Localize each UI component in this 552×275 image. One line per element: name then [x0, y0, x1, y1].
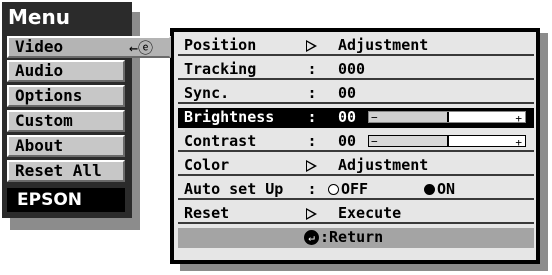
submenu-row-position[interactable]: Position Adjustment [178, 36, 534, 56]
submenu-row-reset[interactable]: Reset Execute [178, 204, 534, 224]
submenu-row-sync[interactable]: Sync. : 00 [178, 84, 534, 104]
menu-item-label: Custom [15, 111, 73, 130]
slider-fill [449, 136, 525, 146]
menu-item-label: About [15, 136, 64, 155]
row-value: Adjustment [338, 156, 429, 174]
menu-item-label: Options [15, 86, 83, 105]
menu-item-reset-all[interactable]: Reset All [7, 160, 125, 182]
minus-icon: − [371, 135, 378, 147]
submenu-row-tracking[interactable]: Tracking : 000 [178, 60, 534, 80]
row-separator: : [307, 84, 317, 102]
submenu-row-brightness[interactable]: Brightness : 00 − + [178, 108, 534, 128]
row-label: Auto set Up [184, 180, 284, 198]
triangle-right-icon [306, 160, 317, 172]
plus-icon: + [515, 112, 522, 123]
row-separator: : [307, 180, 317, 198]
slider-fill [449, 112, 525, 122]
row-label: Position [184, 36, 257, 54]
main-menu-panel: Menu Video ←ⓔ Audio Options Custom About… [2, 2, 171, 218]
menu-item-options[interactable]: Options [7, 85, 125, 107]
row-separator: : [307, 60, 317, 78]
enter-icon: ↵ [304, 230, 319, 245]
row-value: Execute [338, 204, 402, 222]
submenu-row-color[interactable]: Color Adjustment [178, 156, 534, 176]
row-value: 000 [338, 60, 366, 78]
enter-return-icon: ←ⓔ [129, 39, 154, 57]
submenu-footer-return[interactable]: ↵ :Return [178, 228, 534, 248]
row-value: Adjustment [338, 36, 429, 54]
triangle-right-icon [306, 208, 317, 220]
epson-logo: EPSON [7, 188, 125, 212]
submenu-row-contrast[interactable]: Contrast : 00 − + [178, 132, 534, 152]
row-label: Color [184, 156, 230, 174]
contrast-slider[interactable]: − + [368, 135, 526, 147]
minus-icon: − [371, 111, 378, 123]
menu-item-label: Audio [15, 61, 64, 80]
return-label: :Return [320, 228, 384, 246]
radio-on-icon[interactable] [424, 184, 435, 195]
menu-item-custom[interactable]: Custom [7, 110, 125, 132]
submenu-panel: Position Adjustment Tracking : 000 Sync.… [170, 28, 540, 264]
plus-icon: + [515, 136, 522, 147]
row-value: 00 [338, 108, 357, 126]
triangle-right-icon [306, 40, 317, 52]
slider-marker [447, 112, 449, 122]
row-separator: : [307, 132, 317, 150]
row-value: 00 [338, 132, 357, 150]
menu-item-label: Reset All [15, 161, 102, 180]
row-label: Sync. [184, 84, 230, 102]
menu-item-audio[interactable]: Audio [7, 60, 125, 82]
row-label: Contrast [184, 132, 257, 150]
row-label: Brightness [184, 108, 275, 126]
slider-marker [447, 136, 449, 146]
row-label: Tracking [184, 60, 257, 78]
submenu-row-auto-setup[interactable]: Auto set Up : OFF ON [178, 180, 534, 200]
row-label: Reset [184, 204, 230, 222]
radio-off-icon[interactable] [328, 184, 339, 195]
menu-item-label: Video [15, 37, 64, 56]
option-off-label: OFF [341, 180, 369, 198]
row-value: 00 [338, 84, 357, 102]
menu-title: Menu [8, 5, 70, 29]
option-on-label: ON [437, 180, 456, 198]
menu-item-video[interactable]: Video ←ⓔ [7, 36, 171, 58]
brightness-slider[interactable]: − + [368, 111, 526, 123]
menu-item-about[interactable]: About [7, 135, 125, 157]
row-separator: : [307, 108, 317, 126]
